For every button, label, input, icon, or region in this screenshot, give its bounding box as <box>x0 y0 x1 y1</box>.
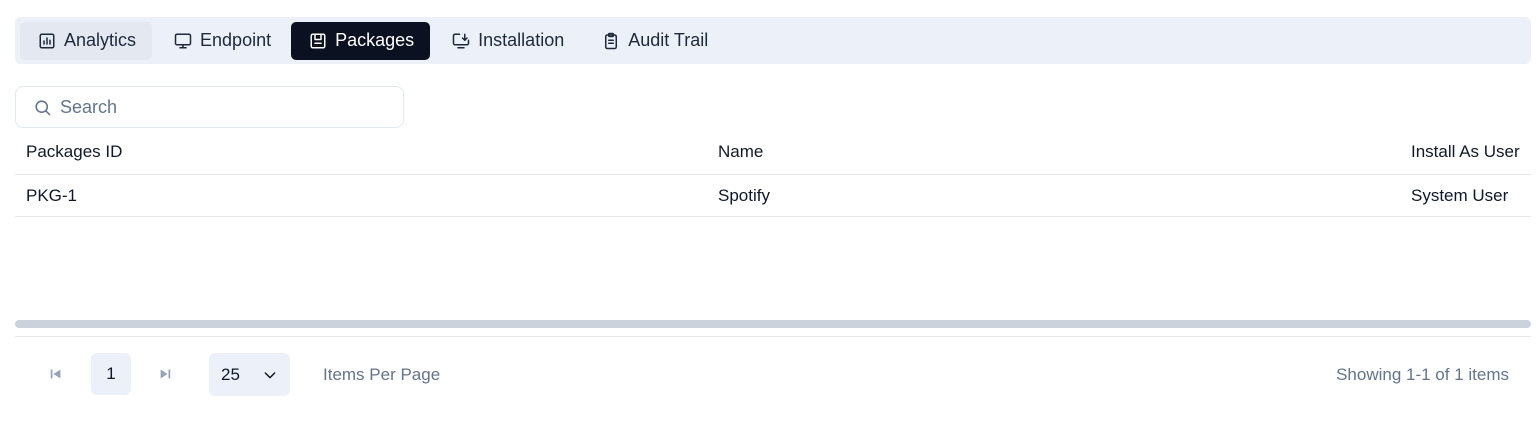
column-header-name[interactable]: Name <box>718 132 763 172</box>
tab-packages[interactable]: Packages <box>291 21 431 60</box>
showing-count: Showing 1-1 of 1 items <box>1336 364 1509 384</box>
tab-packages-label: Packages <box>335 30 415 50</box>
chevron-down-icon <box>264 371 276 378</box>
tab-analytics[interactable]: Analytics <box>20 21 153 60</box>
chart-icon <box>39 33 55 48</box>
column-header-install-as-user[interactable]: Install As User <box>1411 132 1520 172</box>
column-header-packages-id[interactable]: Packages ID <box>26 132 122 172</box>
items-per-page-label: Items Per Page <box>323 364 441 384</box>
divider <box>15 336 1531 337</box>
tab-endpoint[interactable]: Endpoint <box>156 22 287 60</box>
items-per-page-select[interactable]: 25 <box>209 353 290 396</box>
clipboard-icon <box>605 32 618 49</box>
cell-install-as-user: System User <box>1411 185 1509 205</box>
tab-installation[interactable]: Installation <box>434 22 580 60</box>
tab-bar: Analytics Endpoint Packages Installation… <box>15 17 1531 64</box>
first-page-icon <box>50 369 61 379</box>
tab-installation-label: Installation <box>478 30 565 50</box>
cell-package-id: PKG-1 <box>26 185 78 205</box>
first-page-button[interactable] <box>36 353 76 395</box>
horizontal-scrollbar[interactable] <box>15 320 1531 328</box>
search-icon <box>35 99 51 115</box>
items-per-page-value: 25 <box>221 364 240 384</box>
cell-name: Spotify <box>718 185 770 205</box>
package-icon <box>310 33 326 48</box>
page-number-button[interactable]: 1 <box>91 353 131 395</box>
monitor-icon <box>174 33 192 48</box>
tab-audit-trail[interactable]: Audit Trail <box>584 22 724 60</box>
table-header-row: Packages ID Name Install As User <box>15 132 1531 175</box>
last-page-icon <box>160 369 171 379</box>
table-row[interactable]: PKG-1 Spotify System User <box>15 175 1531 217</box>
tab-analytics-label: Analytics <box>64 30 137 50</box>
tab-endpoint-label: Endpoint <box>200 30 272 50</box>
packages-table: Packages ID Name Install As User PKG-1 S… <box>15 132 1531 217</box>
packages-page: Analytics Endpoint Packages Installation… <box>0 0 1539 433</box>
search-input[interactable] <box>60 96 380 118</box>
install-icon <box>452 33 470 48</box>
tab-audit-trail-label: Audit Trail <box>628 30 709 50</box>
search-box <box>15 86 404 128</box>
last-page-button[interactable] <box>145 353 185 395</box>
